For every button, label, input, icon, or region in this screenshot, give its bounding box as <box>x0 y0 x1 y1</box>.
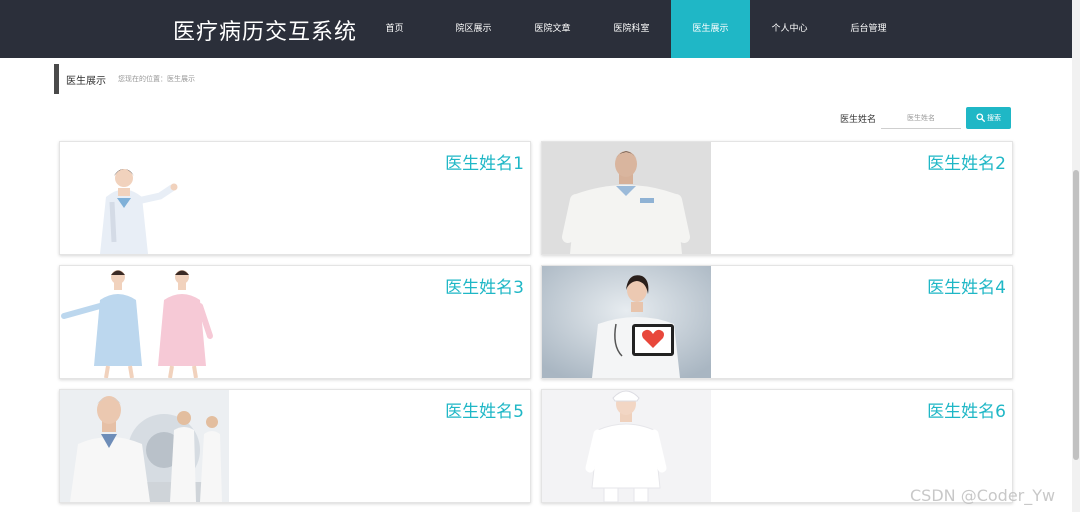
doctor-photo[interactable] <box>60 390 229 502</box>
scrollbar-thumb[interactable] <box>1073 170 1079 460</box>
doctor-photo[interactable] <box>542 390 711 502</box>
nav-item-articles[interactable]: 医院文章 <box>513 0 592 58</box>
doctor-card[interactable]: 医生姓名1 <box>59 141 531 255</box>
breadcrumb: 医生展示 您现在的位置：医生展示 <box>54 64 195 94</box>
doctor-photo[interactable] <box>542 142 711 254</box>
search-button-label: 搜索 <box>987 114 1002 122</box>
doctor-name[interactable]: 医生姓名3 <box>445 273 524 298</box>
doctor-card[interactable]: 医生姓名3 <box>59 265 531 379</box>
page-scrollbar[interactable] <box>1072 0 1080 512</box>
nav-item-campus[interactable]: 院区展示 <box>434 0 513 58</box>
main-nav: 首页 院区展示 医院文章 医院科室 医生展示 个人中心 后台管理 <box>355 0 908 58</box>
nav-item-departments[interactable]: 医院科室 <box>592 0 671 58</box>
breadcrumb-title: 医生展示 <box>66 75 106 87</box>
doctor-photo[interactable] <box>60 266 229 378</box>
search-label: 医生姓名 <box>840 114 877 125</box>
nav-item-doctors[interactable]: 医生展示 <box>671 0 750 58</box>
top-navigation-bar: 医疗病历交互系统 首页 院区展示 医院文章 医院科室 医生展示 个人中心 后台管… <box>0 0 1072 58</box>
doctor-name[interactable]: 医生姓名5 <box>445 397 524 422</box>
doctor-card[interactable]: 医生姓名5 <box>59 389 531 503</box>
nav-item-home[interactable]: 首页 <box>355 0 434 58</box>
doctor-name[interactable]: 医生姓名2 <box>927 149 1006 174</box>
doctor-photo[interactable] <box>542 266 711 378</box>
breadcrumb-location: 您现在的位置：医生展示 <box>118 75 195 83</box>
doctor-search: 医生姓名 搜索 <box>840 107 1012 129</box>
app-title[interactable]: 医疗病历交互系统 <box>173 14 357 46</box>
doctor-name[interactable]: 医生姓名4 <box>927 273 1006 298</box>
doctor-card[interactable]: 医生姓名2 <box>541 141 1013 255</box>
doctor-photo[interactable] <box>60 142 229 254</box>
doctor-name[interactable]: 医生姓名1 <box>445 149 524 174</box>
search-button[interactable]: 搜索 <box>966 107 1012 129</box>
search-input[interactable] <box>881 107 962 129</box>
nav-item-profile[interactable]: 个人中心 <box>750 0 829 58</box>
nav-item-admin[interactable]: 后台管理 <box>829 0 908 58</box>
doctor-name[interactable]: 医生姓名6 <box>927 397 1006 422</box>
search-icon <box>976 112 985 124</box>
watermark: CSDN @Coder_Yw <box>910 486 1056 505</box>
doctor-card[interactable]: 医生姓名4 <box>541 265 1013 379</box>
